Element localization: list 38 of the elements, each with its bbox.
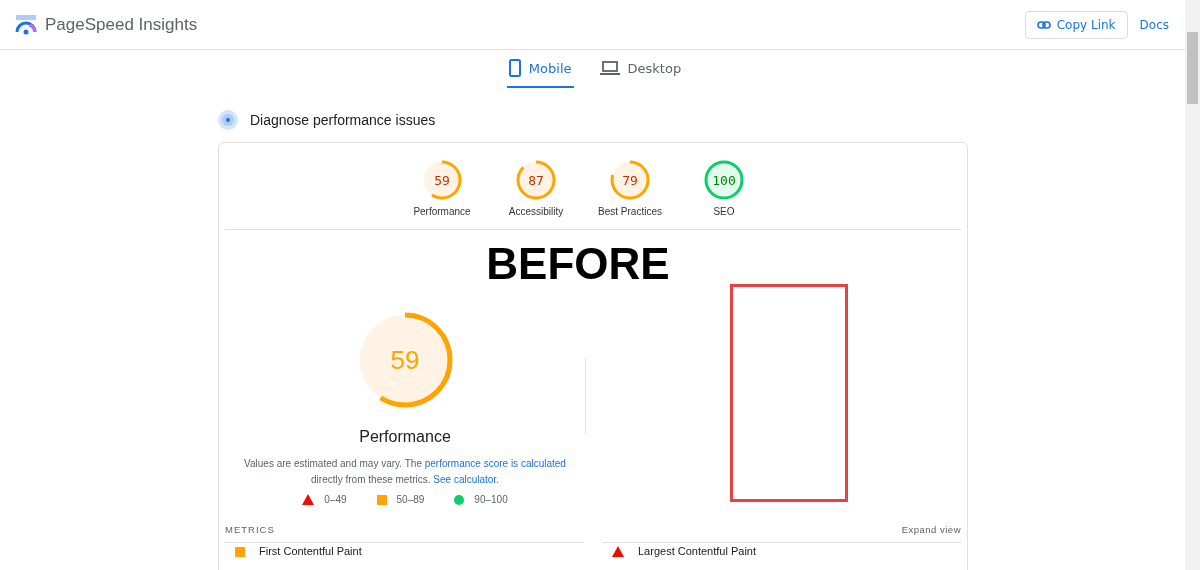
target-icon xyxy=(218,110,238,130)
description-link[interactable]: See calculator. xyxy=(433,474,499,485)
score-value: 79 xyxy=(622,172,638,188)
legend-range: 50–89 xyxy=(396,494,425,505)
docs-link[interactable]: Docs xyxy=(1139,17,1169,32)
category-label: Performance xyxy=(413,206,471,217)
device-tab[interactable]: Mobile xyxy=(506,50,574,88)
metrics-heading: METRICS xyxy=(225,524,275,535)
metric-name: Largest Contentful Paint xyxy=(638,545,757,558)
scroll-thumb[interactable] xyxy=(1187,32,1198,104)
score-value: 87 xyxy=(528,172,544,188)
score-value: 59 xyxy=(390,345,420,375)
category-label: Accessibility xyxy=(508,206,564,217)
annotation-text: BEFORE xyxy=(485,240,671,288)
app-title: PageSpeed Insights xyxy=(45,14,198,35)
copy-link-button[interactable]: Copy Link xyxy=(1024,10,1128,39)
metric-name: First Contentful Paint xyxy=(259,545,362,558)
score-gauge xyxy=(704,160,744,200)
device-tab[interactable]: Desktop xyxy=(597,50,684,88)
score-value: 100 xyxy=(712,172,736,188)
laptop-icon xyxy=(599,61,620,75)
expand-view-link[interactable]: Expand view xyxy=(901,524,961,535)
category-label: SEO xyxy=(713,206,735,217)
section-title: Diagnose performance issues xyxy=(250,112,436,128)
score-gauge xyxy=(516,160,556,200)
gauge-label: Performance xyxy=(359,428,451,446)
legend-range: 90–100 xyxy=(474,494,508,505)
phone-icon xyxy=(508,59,521,77)
link-icon xyxy=(1036,20,1051,29)
scrollbar[interactable] xyxy=(1185,0,1200,570)
legend-range: 0–49 xyxy=(324,494,347,505)
score-gauge xyxy=(422,160,462,200)
score-value: 59 xyxy=(434,172,450,188)
logo-icon xyxy=(15,14,37,35)
score-description: Values are estimated and may vary. The performance score is calculated directly from these metrics. See calculator. xyxy=(243,457,567,487)
description-link[interactable]: performance score is calculated xyxy=(424,458,566,469)
category-label: Best Practices xyxy=(598,206,662,217)
score-gauge xyxy=(610,160,650,200)
